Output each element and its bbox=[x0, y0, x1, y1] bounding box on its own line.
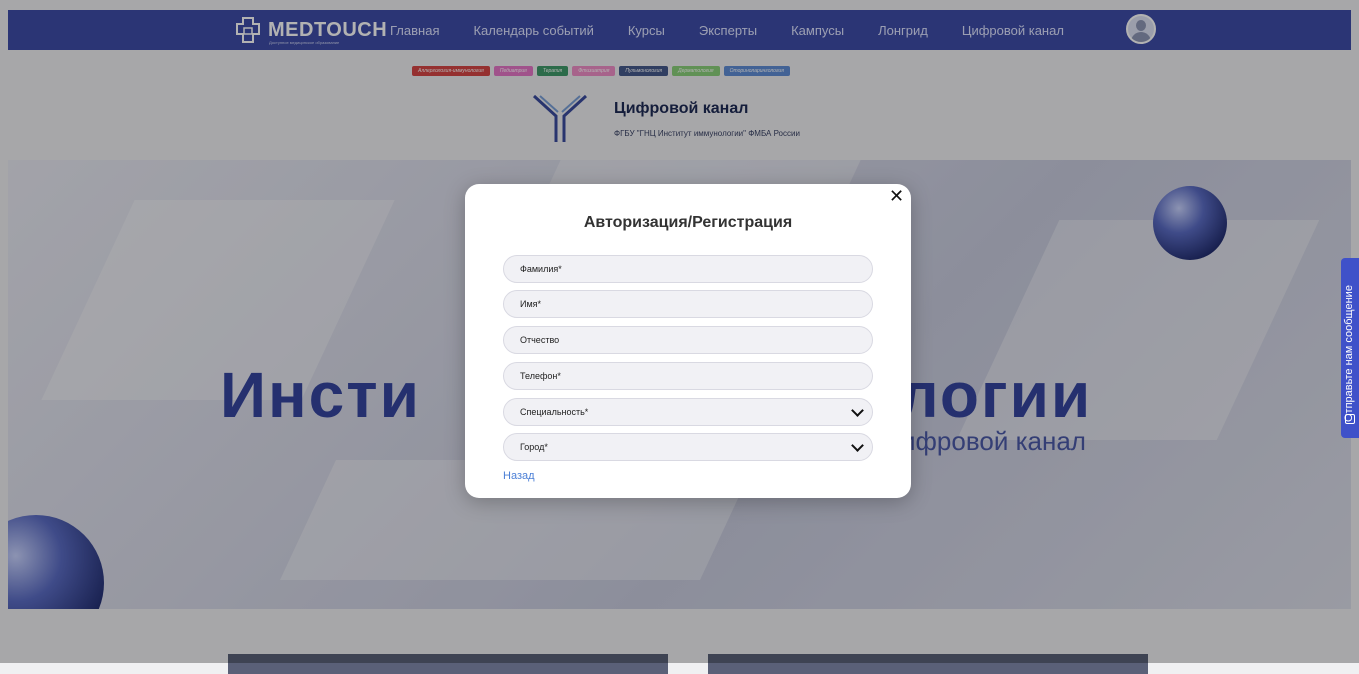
patronymic-field[interactable]: Отчество bbox=[503, 326, 873, 354]
first-name-placeholder: Имя* bbox=[520, 299, 542, 309]
phone-field[interactable]: Телефон* bbox=[503, 362, 873, 390]
specialty-select[interactable]: Специальность* bbox=[503, 398, 873, 426]
last-name-placeholder: Фамилия* bbox=[520, 264, 562, 274]
chevron-down-icon bbox=[851, 439, 864, 452]
back-link[interactable]: Назад bbox=[503, 470, 535, 482]
first-name-field[interactable]: Имя* bbox=[503, 290, 873, 318]
specialty-placeholder: Специальность* bbox=[520, 407, 589, 417]
mail-icon bbox=[1345, 414, 1355, 424]
modal-title: Авторизация/Регистрация bbox=[583, 214, 793, 231]
chevron-down-icon bbox=[851, 404, 864, 417]
patronymic-placeholder: Отчество bbox=[520, 335, 560, 345]
city-select[interactable]: Город* bbox=[503, 433, 873, 461]
send-message-label: Отправьте нам сообщение bbox=[1343, 285, 1355, 422]
phone-placeholder: Телефон* bbox=[520, 371, 561, 381]
auth-modal: ✕ Авторизация/Регистрация Фамилия* Имя* … bbox=[465, 184, 911, 498]
last-name-field[interactable]: Фамилия* bbox=[503, 255, 873, 283]
city-placeholder: Город* bbox=[520, 442, 548, 452]
close-icon[interactable]: ✕ bbox=[889, 186, 904, 207]
